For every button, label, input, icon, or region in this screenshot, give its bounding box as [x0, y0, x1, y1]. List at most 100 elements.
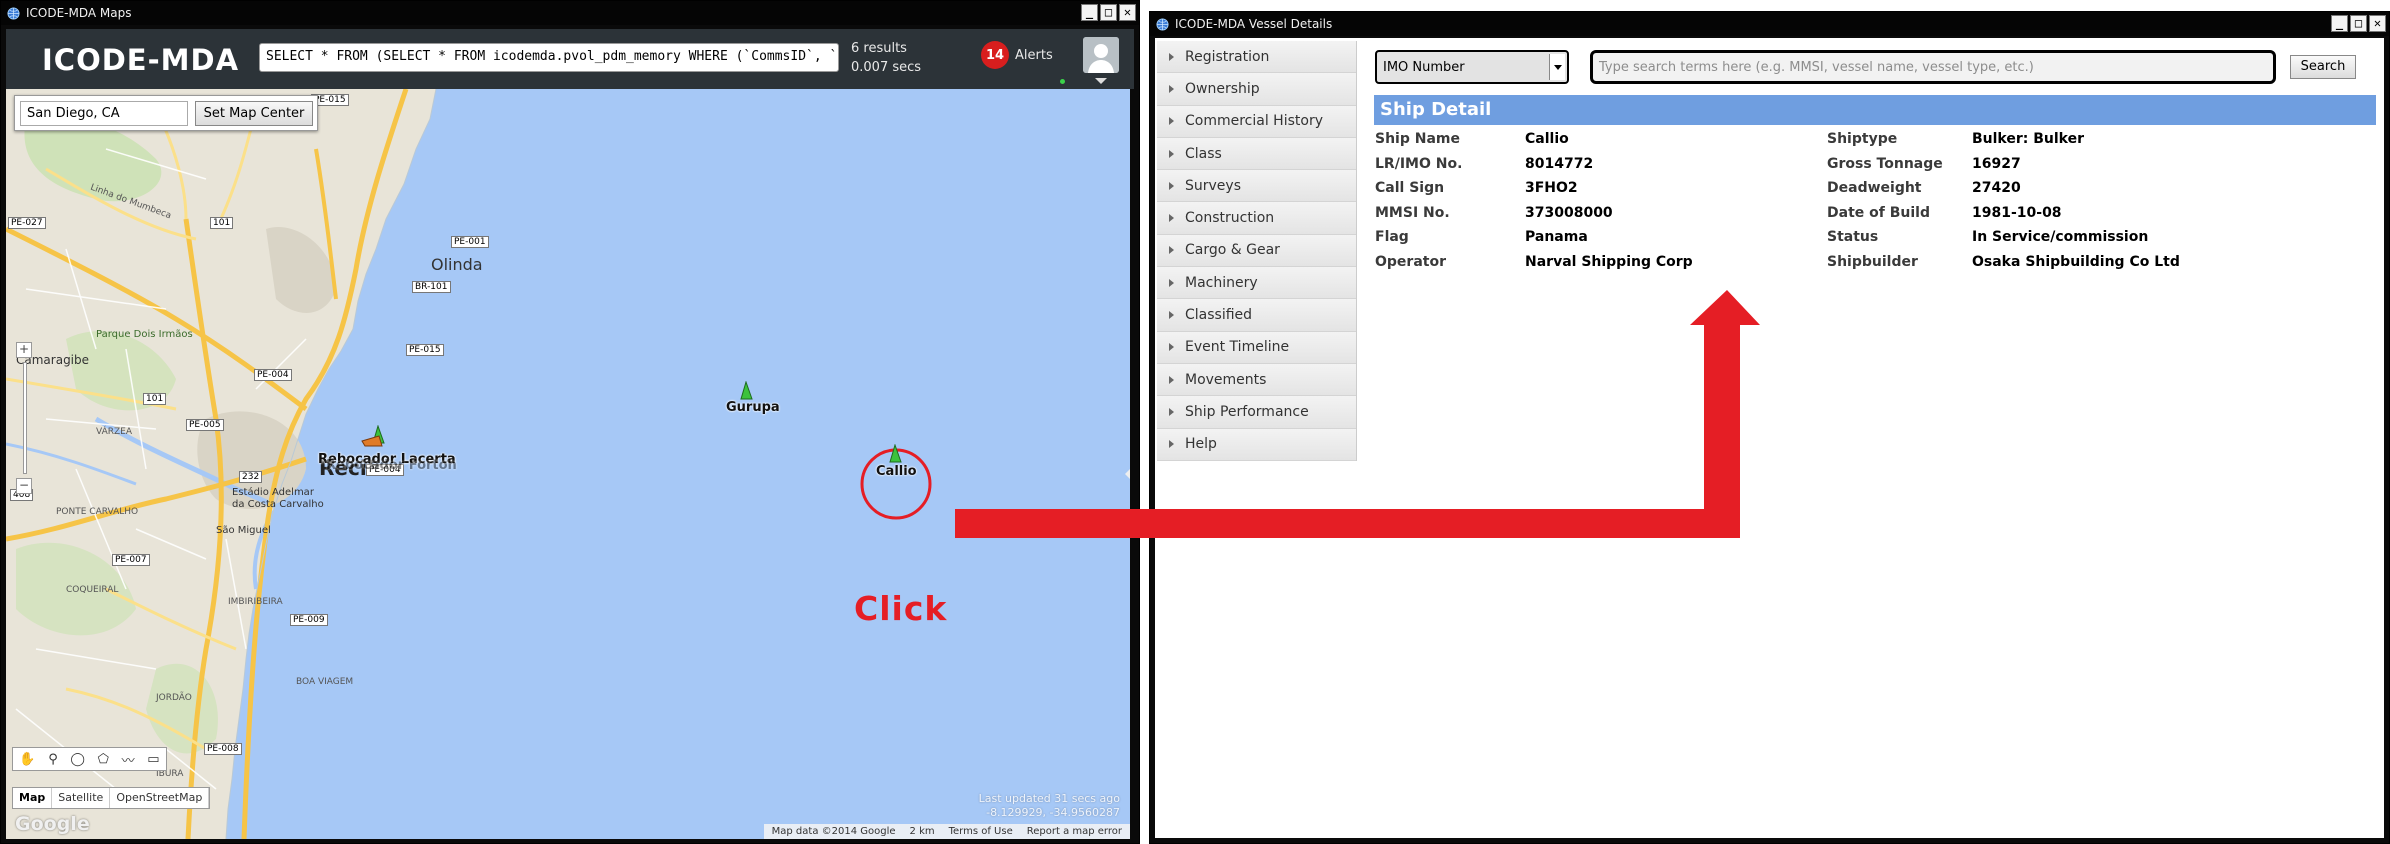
minimize-button[interactable]: _ [1081, 4, 1098, 21]
ship-label-gurupa[interactable]: Gurupa [726, 400, 780, 415]
map-scale: 2 km [909, 826, 935, 837]
place-label-jordao: JORDÃO [156, 693, 192, 703]
zoom-slider[interactable] [23, 362, 27, 474]
detail-label: Deadweight [1827, 180, 1922, 197]
detail-value: 16927 [1972, 155, 2021, 172]
map-center-control: San Diego, CA Set Map Center [14, 95, 318, 131]
rectangle-icon[interactable]: ▭ [147, 752, 159, 767]
maps-window: ICODE-MDA Maps _ □ ✕ ICODE-MDA SELECT * … [0, 0, 1140, 844]
side-menu-item[interactable]: Help [1157, 428, 1356, 461]
road-shield: PE-004 [254, 369, 292, 381]
maps-titlebar[interactable]: ICODE-MDA Maps _ □ ✕ [1, 1, 1139, 25]
side-menu-item[interactable]: Registration [1157, 41, 1356, 74]
expand-triangle-icon [1169, 311, 1174, 320]
expand-triangle-icon [1169, 440, 1174, 449]
ship-marker-rebocador-fortoh[interactable] [361, 434, 383, 448]
close-button[interactable]: ✕ [2369, 15, 2386, 32]
polygon-icon[interactable]: ⬠ [98, 752, 109, 767]
close-button[interactable]: ✕ [1119, 4, 1136, 21]
search-button[interactable]: Search [2290, 55, 2356, 79]
vessel-search-input[interactable]: Type search terms here (e.g. MMSI, vesse… [1590, 50, 2276, 84]
side-menu-item[interactable]: Event Timeline [1157, 331, 1356, 364]
zoom-in-button[interactable]: + [16, 342, 32, 358]
report-error-link[interactable]: Report a map error [1027, 824, 1122, 839]
results-count: 6 results [851, 41, 907, 56]
side-menu-item[interactable]: Ownership [1157, 73, 1356, 106]
side-menu-item[interactable]: Movements [1157, 363, 1356, 397]
online-status-icon [1060, 79, 1065, 84]
search-type-select[interactable]: IMO Number [1375, 50, 1569, 84]
road-shield: 232 [239, 471, 263, 483]
circle-icon[interactable]: ◯ [70, 752, 85, 767]
expand-triangle-icon [1169, 214, 1174, 223]
side-menu-item-label: Classified [1185, 307, 1253, 324]
side-menu-item[interactable]: Machinery [1157, 267, 1356, 300]
expand-triangle-icon [1169, 375, 1174, 384]
side-menu-item-label: Ownership [1185, 80, 1260, 97]
place-label-ponte-carvalho: PONTE CARVALHO [56, 507, 139, 517]
side-menu-item[interactable]: Ship Performance [1157, 396, 1356, 429]
map-type-satellite[interactable]: Satellite [52, 788, 111, 808]
place-label-boa-viagem: BOA VIAGEM [296, 677, 354, 687]
map-canvas[interactable]: Olinda Recife Camaragibe Parque Dois Irm… [6, 89, 1130, 839]
chevron-down-icon[interactable] [1549, 54, 1565, 80]
map-tiles [6, 89, 1130, 839]
maximize-button[interactable]: □ [1100, 4, 1117, 21]
road-shield: PE-008 [204, 743, 242, 755]
side-menu-item[interactable]: Surveys [1157, 170, 1356, 203]
ship-label-callio[interactable]: Callio [876, 464, 917, 479]
road-shield: BR-101 [412, 281, 451, 293]
detail-row: Ship Name Callio Shiptype Bulker: Bulker [1375, 128, 2375, 153]
hand-icon[interactable]: ✋ [19, 752, 35, 767]
panel-collapse-icon[interactable] [1125, 466, 1130, 482]
ship-detail-grid: Ship Name Callio Shiptype Bulker: Bulker LR/… [1375, 128, 2375, 276]
user-avatar[interactable] [1083, 37, 1119, 73]
place-label-imbiribeira: IMBIRIBEIRA [228, 597, 283, 607]
detail-label: Call Sign [1375, 180, 1445, 197]
side-menu-item[interactable]: Classified [1157, 299, 1356, 332]
map-type-osm[interactable]: OpenStreetMap [110, 788, 210, 808]
user-menu-caret-icon[interactable] [1095, 78, 1107, 84]
zoom-control: + − [16, 342, 34, 502]
marker-icon[interactable]: ⚲ [48, 752, 58, 767]
side-menu-item[interactable]: Class [1157, 137, 1356, 171]
query-input[interactable]: SELECT * FROM (SELECT * FROM icodemda.pv… [259, 43, 839, 72]
terms-link[interactable]: Terms of Use [949, 824, 1013, 839]
map-coordinates: -8.129929, -34.9560287 [986, 806, 1120, 819]
ship-label-rebocador-fortoh[interactable]: Rebocador Fortoh [326, 458, 457, 473]
ship-marker-gurupa[interactable] [738, 381, 754, 401]
side-menu-item-label: Class [1185, 145, 1222, 162]
polyline-icon[interactable]: 〰 [122, 750, 135, 769]
detail-label: Operator [1375, 253, 1446, 270]
map-type-map[interactable]: Map [13, 788, 53, 808]
map-center-input[interactable]: San Diego, CA [20, 101, 188, 126]
side-menu-item-label: Event Timeline [1185, 339, 1290, 356]
alerts-count-badge: 14 [981, 41, 1009, 69]
expand-triangle-icon [1169, 343, 1174, 352]
road-shield: PE-005 [186, 419, 224, 431]
last-updated-status: Last updated 31 secs ago -8.129929, -34.… [979, 792, 1120, 820]
detail-label: Date of Build [1827, 204, 1930, 221]
road-shield: PE-007 [112, 554, 150, 566]
side-menu-item[interactable]: Commercial History [1157, 105, 1356, 138]
side-menu-item[interactable]: Cargo & Gear [1157, 234, 1356, 268]
expand-triangle-icon [1169, 117, 1174, 126]
side-menu-item-label: Surveys [1185, 177, 1241, 194]
brand-logo: ICODE-MDA [42, 43, 240, 77]
vessel-window-title: ICODE-MDA Vessel Details [1175, 17, 1333, 31]
detail-value: 1981-10-08 [1972, 204, 2062, 221]
maps-window-title: ICODE-MDA Maps [26, 6, 132, 20]
set-map-center-button[interactable]: Set Map Center [195, 101, 313, 126]
detail-label: Flag [1375, 229, 1409, 246]
side-menu-item[interactable]: Construction [1157, 202, 1356, 235]
minimize-button[interactable]: _ [2331, 15, 2348, 32]
detail-label: Shiptype [1827, 131, 1898, 147]
ship-marker-callio[interactable] [887, 444, 903, 464]
zoom-out-button[interactable]: − [16, 478, 32, 494]
vessel-titlebar[interactable]: ICODE-MDA Vessel Details _ □ ✕ [1150, 12, 2389, 36]
expand-triangle-icon [1169, 52, 1174, 61]
alerts-button[interactable]: 14 Alerts [981, 38, 1061, 72]
road-shield: 101 [143, 393, 167, 405]
maximize-button[interactable]: □ [2350, 15, 2367, 32]
map-type-control: Map Satellite OpenStreetMap [12, 787, 211, 809]
